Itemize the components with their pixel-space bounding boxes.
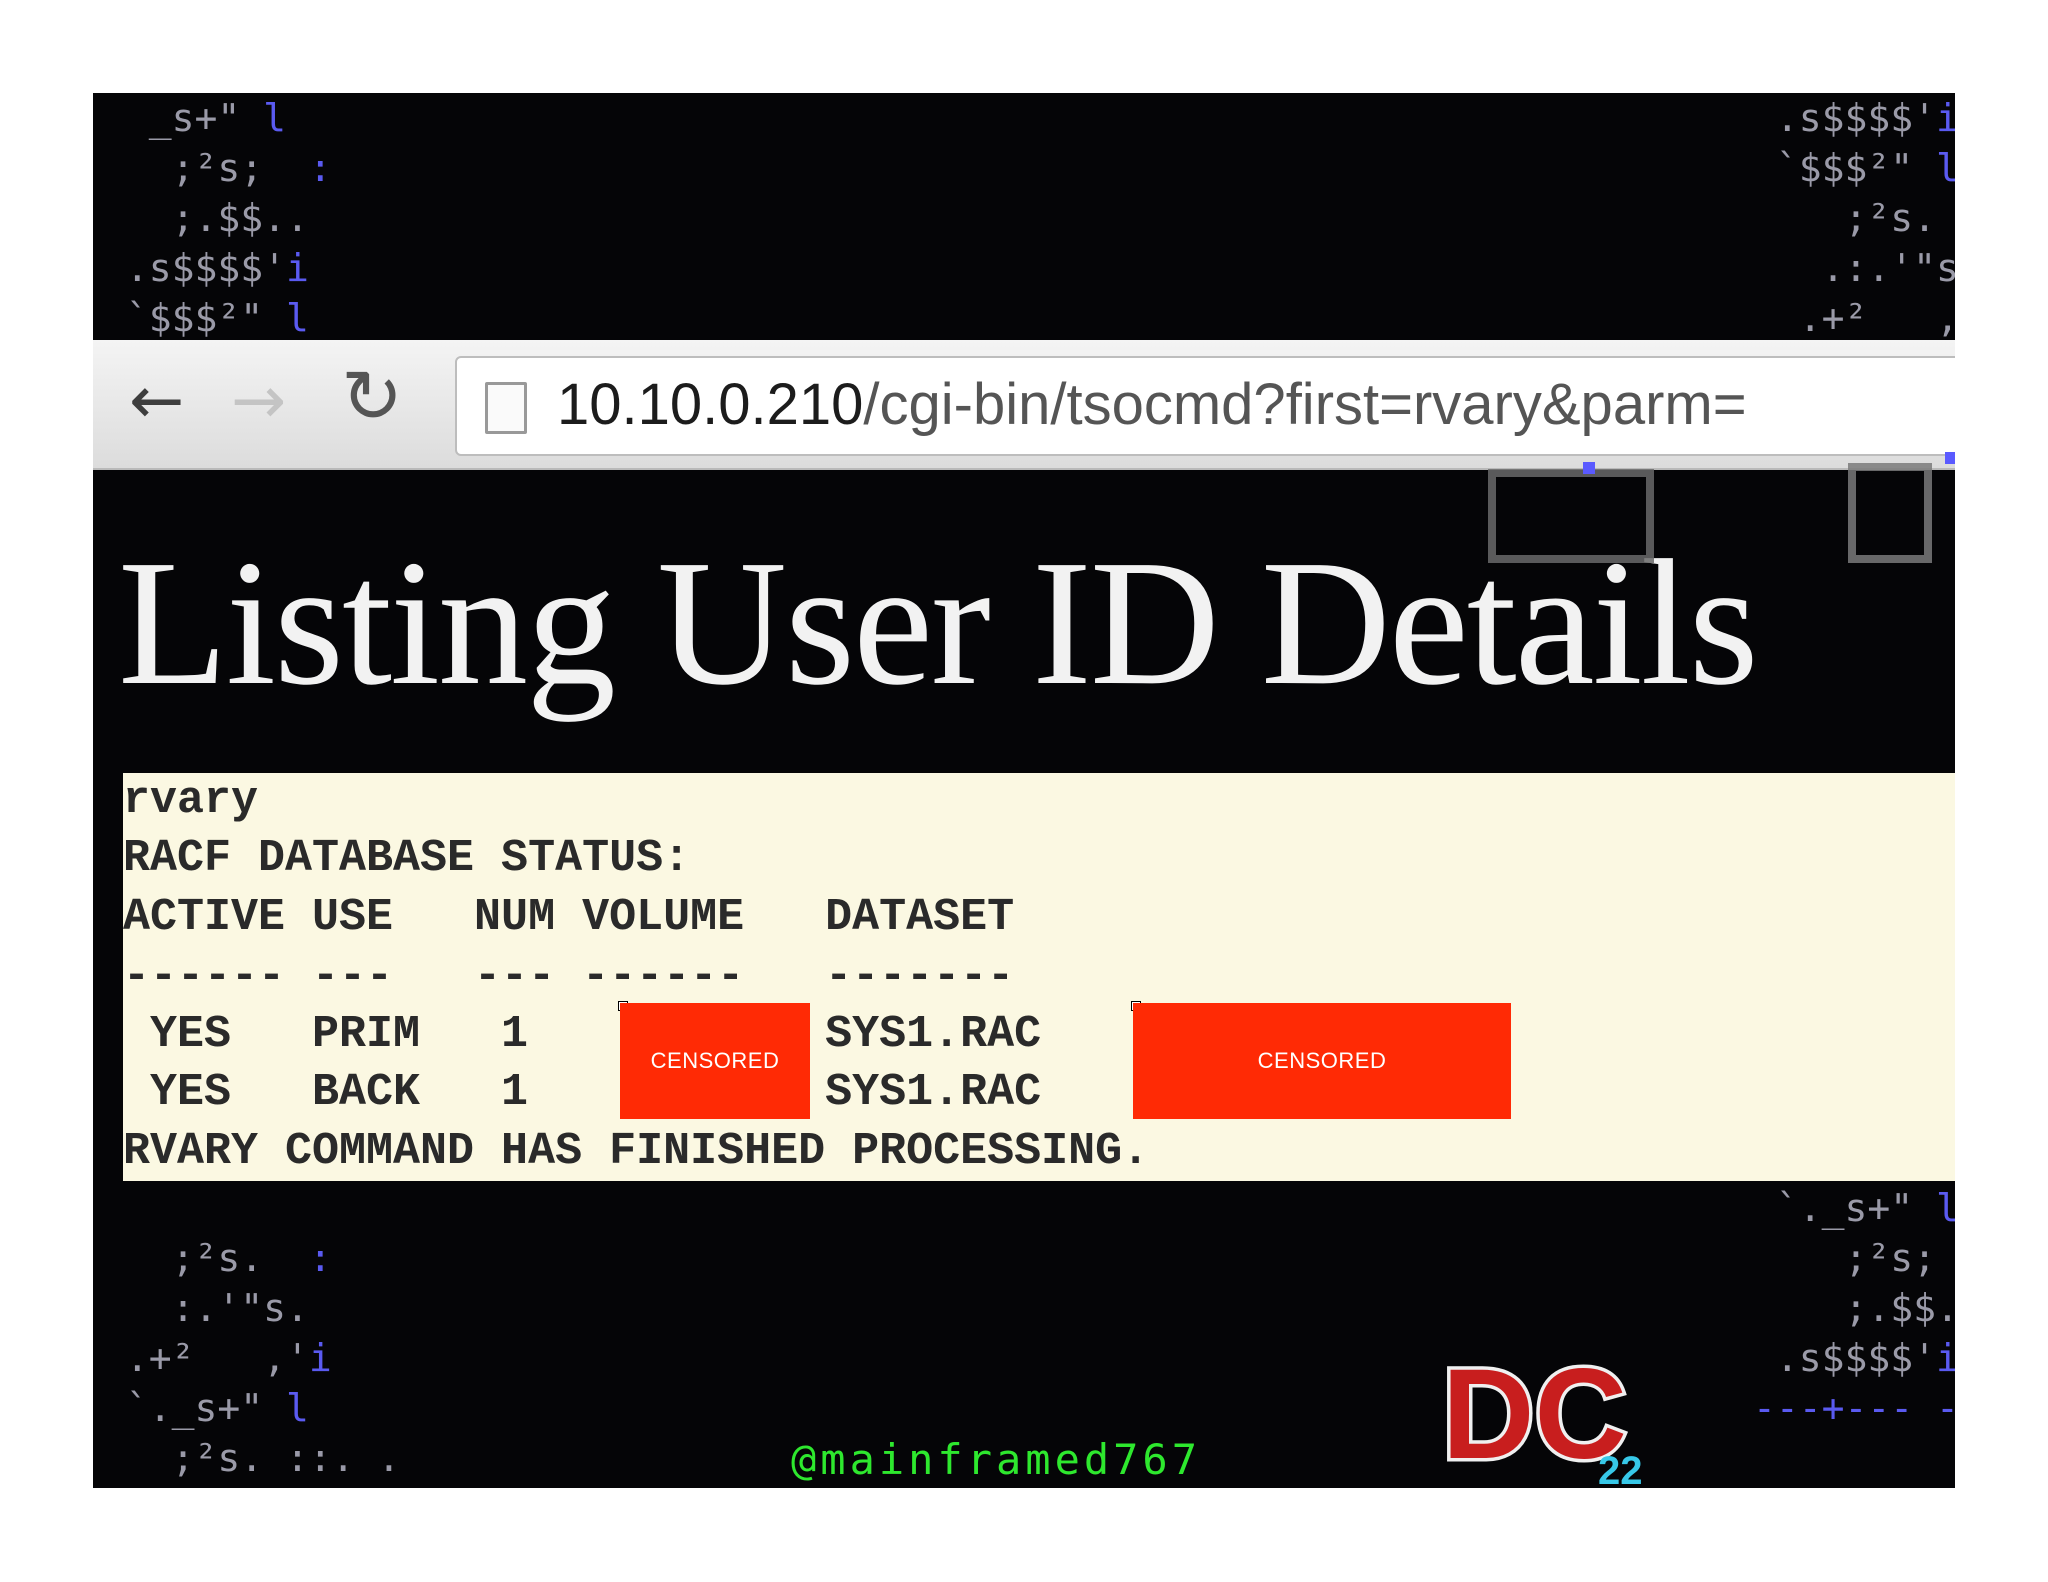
logo-sub: 22 bbox=[1598, 1449, 1643, 1488]
browser-toolbar: ← → ↻ 10.10.0.210/cgi-bin/tsocmd?first=r… bbox=[93, 340, 1955, 470]
url-path: /cgi-bin/tsocmd?first=rvary&parm= bbox=[863, 372, 1747, 437]
ascii-art-bottom-left: ;²s. : :.'"s. .+² ,'i `._s+" l ;²s. ::. … bbox=[125, 1236, 744, 1488]
output-line: rvary bbox=[123, 775, 259, 826]
forward-arrow-icon[interactable]: → bbox=[231, 368, 286, 434]
presentation-slide: _s+" l ;²s; : ;.$$.. .s$$$$'i `$$$²" l .… bbox=[93, 93, 1955, 1488]
dc22-logo-graphic: DC 22 bbox=[1439, 1340, 1643, 1489]
command-output: rvary RACF DATABASE STATUS: ACTIVE USE N… bbox=[123, 773, 1955, 1181]
ascii-art-top-left: _s+" l ;²s; : ;.$$.. .s$$$$'i `$$$²" l bbox=[103, 96, 332, 340]
output-line: ------ --- --- ------ ------- bbox=[123, 951, 1015, 1002]
url-highlight-parm bbox=[1848, 463, 1932, 563]
url-text[interactable]: 10.10.0.210/cgi-bin/tsocmd?first=rvary&p… bbox=[557, 370, 1747, 440]
reload-icon[interactable]: ↻ bbox=[341, 360, 403, 434]
ascii-art-bottom-right: `._s+" l ;²s; : ;.$$.. .s$$$$'i ---+--- … bbox=[1753, 1186, 1955, 1430]
censored-volume-box: CENSORED bbox=[620, 1003, 810, 1119]
ascii-art-top-right: .s$$$$'i `$$$²" l ;²s. : .:.'"s. .+² ,'i bbox=[1753, 96, 1955, 340]
page-icon bbox=[485, 382, 527, 434]
highlight-marker bbox=[1583, 462, 1595, 474]
address-bar[interactable]: 10.10.0.210/cgi-bin/tsocmd?first=rvary&p… bbox=[455, 356, 1955, 456]
dc22-logo: DC 22 bbox=[1438, 1338, 1672, 1488]
output-line: RVARY COMMAND HAS FINISHED PROCESSING. bbox=[123, 1126, 1150, 1177]
back-arrow-icon[interactable]: ← bbox=[129, 368, 184, 434]
output-line: RACF DATABASE STATUS: bbox=[123, 833, 691, 884]
output-line: YES PRIM 1 SYS1.RAC bbox=[123, 1009, 1042, 1060]
output-line: YES BACK 1 SYS1.RAC bbox=[123, 1067, 1042, 1118]
author-handle: @mainframed767 bbox=[791, 1435, 1202, 1484]
highlight-marker bbox=[1945, 452, 1955, 464]
censored-dataset-box: CENSORED bbox=[1133, 1003, 1511, 1119]
url-host: 10.10.0.210 bbox=[557, 372, 864, 437]
url-highlight-first bbox=[1488, 469, 1654, 563]
output-line: ACTIVE USE NUM VOLUME DATASET bbox=[123, 892, 1015, 943]
